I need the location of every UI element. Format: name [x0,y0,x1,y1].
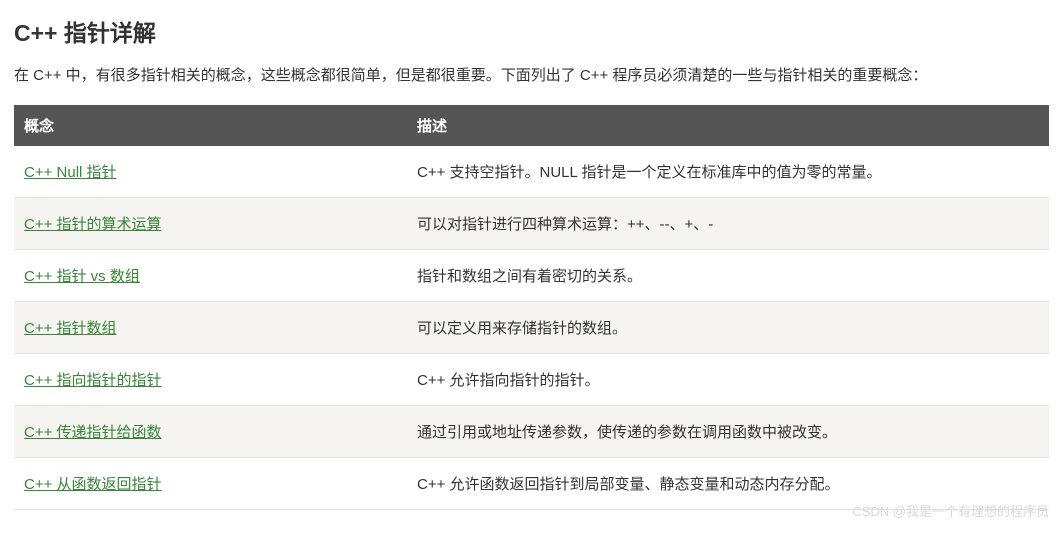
concept-description: C++ 支持空指针。NULL 指针是一个定义在标准库中的值为零的常量。 [407,146,1049,198]
table-row: C++ Null 指针 C++ 支持空指针。NULL 指针是一个定义在标准库中的… [14,146,1049,198]
table-row: C++ 指针数组 可以定义用来存储指针的数组。 [14,301,1049,353]
table-row: C++ 传递指针给函数 通过引用或地址传递参数，使传递的参数在调用函数中被改变。 [14,405,1049,457]
concept-description: 指针和数组之间有着密切的关系。 [407,249,1049,301]
concept-table: 概念 描述 C++ Null 指针 C++ 支持空指针。NULL 指针是一个定义… [14,105,1049,510]
concept-link-null-pointer[interactable]: C++ Null 指针 [24,164,117,181]
concept-link-pass-pointer-to-function[interactable]: C++ 传递指针给函数 [24,424,162,441]
watermark: CSDN @我是一个有理想的程序员 [852,501,1049,520]
concept-link-return-pointer-from-function[interactable]: C++ 从函数返回指针 [24,476,162,493]
concept-description: C++ 允许指向指针的指针。 [407,353,1049,405]
intro-paragraph: 在 C++ 中，有很多指针相关的概念，这些概念都很简单，但是都很重要。下面列出了… [14,62,1049,91]
table-row: C++ 指针的算术运算 可以对指针进行四种算术运算：++、--、+、- [14,197,1049,249]
table-row: C++ 指针 vs 数组 指针和数组之间有着密切的关系。 [14,249,1049,301]
concept-description: 可以定义用来存储指针的数组。 [407,301,1049,353]
concept-link-pointer-to-pointer[interactable]: C++ 指向指针的指针 [24,372,162,389]
concept-link-pointer-arithmetic[interactable]: C++ 指针的算术运算 [24,216,162,233]
concept-link-pointer-array[interactable]: C++ 指针数组 [24,320,117,337]
concept-description: 通过引用或地址传递参数，使传递的参数在调用函数中被改变。 [407,405,1049,457]
table-header-description: 描述 [407,105,1049,146]
table-header-concept: 概念 [14,105,407,146]
page-title: C++ 指针详解 [14,14,1049,48]
table-row: C++ 指向指针的指针 C++ 允许指向指针的指针。 [14,353,1049,405]
concept-link-pointer-vs-array[interactable]: C++ 指针 vs 数组 [24,268,140,285]
concept-description: 可以对指针进行四种算术运算：++、--、+、- [407,197,1049,249]
